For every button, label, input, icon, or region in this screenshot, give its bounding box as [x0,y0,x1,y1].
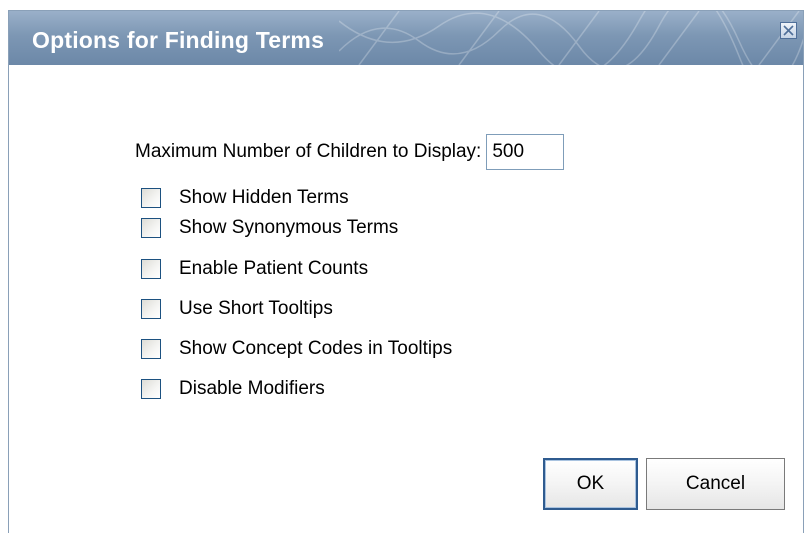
ok-button[interactable]: OK [543,458,638,510]
max-children-label: Maximum Number of Children to Display: [135,141,482,162]
use-short-tooltips-checkbox[interactable] [141,299,161,319]
close-button[interactable] [780,22,797,39]
max-children-input[interactable] [486,134,565,170]
option-show-concept-codes[interactable]: Show Concept Codes in Tooltips [141,337,452,361]
show-synonymous-terms-label[interactable]: Show Synonymous Terms [179,217,398,239]
cancel-button[interactable]: Cancel [646,458,785,510]
options-dialog: Options for Finding Terms Maximum Number… [8,10,804,533]
use-short-tooltips-label[interactable]: Use Short Tooltips [179,298,333,320]
option-disable-modifiers[interactable]: Disable Modifiers [141,377,325,401]
option-show-hidden-terms[interactable]: Show Hidden Terms [141,186,349,210]
disable-modifiers-checkbox[interactable] [141,379,161,399]
enable-patient-counts-label[interactable]: Enable Patient Counts [179,258,368,280]
show-concept-codes-label[interactable]: Show Concept Codes in Tooltips [179,338,452,360]
dialog-titlebar[interactable]: Options for Finding Terms [9,11,803,65]
option-enable-patient-counts[interactable]: Enable Patient Counts [141,257,368,281]
show-concept-codes-checkbox[interactable] [141,339,161,359]
close-icon [783,25,794,36]
option-show-synonymous-terms[interactable]: Show Synonymous Terms [141,216,398,240]
show-hidden-terms-label[interactable]: Show Hidden Terms [179,187,349,209]
enable-patient-counts-checkbox[interactable] [141,259,161,279]
dialog-title: Options for Finding Terms [32,27,325,53]
titlebar-pattern [339,11,803,65]
show-synonymous-terms-checkbox[interactable] [141,218,161,238]
show-hidden-terms-checkbox[interactable] [141,188,161,208]
option-use-short-tooltips[interactable]: Use Short Tooltips [141,297,333,321]
max-children-row: Maximum Number of Children to Display: [135,133,565,171]
disable-modifiers-label[interactable]: Disable Modifiers [179,378,325,400]
